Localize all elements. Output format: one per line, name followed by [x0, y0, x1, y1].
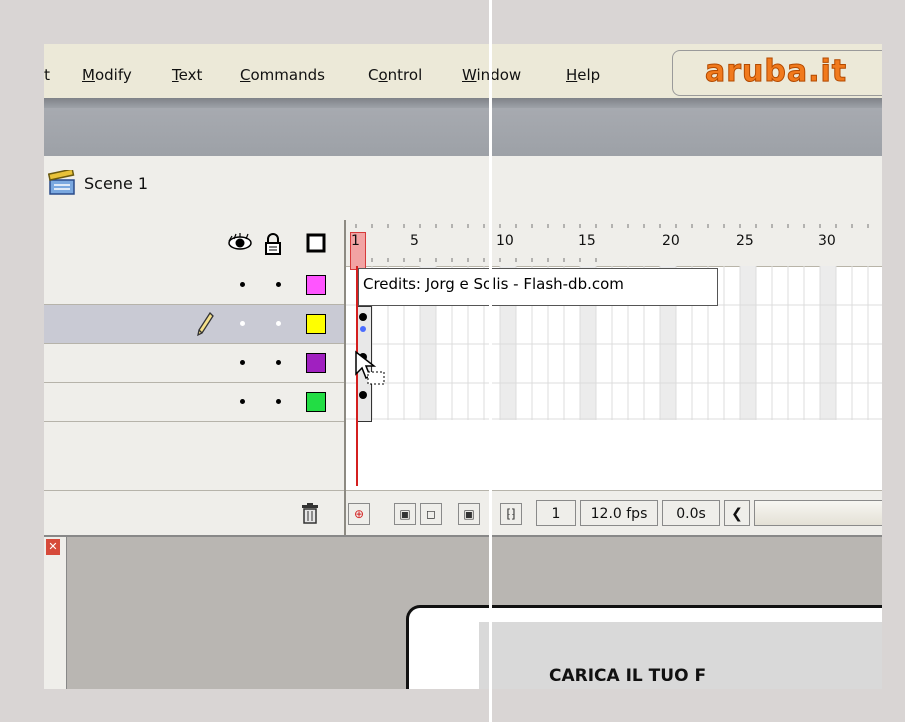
ruler-ticks [355, 224, 869, 262]
ruler-label: 15 [578, 233, 596, 249]
visibility-dot[interactable] [240, 321, 245, 326]
onion-skin-outline-icon[interactable]: ◻ [420, 503, 442, 525]
layers-header [44, 220, 344, 267]
modify-onion-markers-icon[interactable]: ⁅⁆ [500, 503, 522, 525]
ruler-label: 30 [818, 233, 836, 249]
center-frame-icon[interactable]: ⊕ [348, 503, 370, 525]
timeline-footer: ⊕ ▣ ◻ ▣ ⁅⁆ 1 12.0 fps 0.0s ❮ [346, 490, 882, 536]
frames-panel: 1 5 10 15 20 25 30 Credits: Jorg e Solis… [344, 220, 882, 536]
stage-area: ✕ CARICA IL TUO F [44, 535, 882, 689]
menu-divider [44, 98, 882, 108]
layer-row[interactable] [44, 344, 344, 383]
menu-control[interactable]: Control [368, 66, 422, 84]
ruler-label: 25 [736, 233, 754, 249]
menu-help[interactable]: Help [566, 66, 600, 84]
lock-dot[interactable] [276, 321, 281, 326]
scene-label[interactable]: Scene 1 [84, 174, 148, 193]
current-frame-field: 1 [536, 500, 576, 526]
layer-row-selected[interactable] [44, 305, 344, 344]
lock-dot[interactable] [276, 282, 281, 287]
layers-panel [44, 220, 344, 535]
eye-icon[interactable] [228, 233, 252, 253]
menu-commands[interactable]: Commands [240, 66, 325, 84]
lock-icon[interactable] [264, 233, 282, 255]
credits-label: Credits: Jorg e Solis - Flash-db.com [358, 268, 718, 306]
timeline-panel: 1 5 10 15 20 25 30 Credits: Jorg e Solis… [44, 220, 882, 536]
stage-title: CARICA IL TUO F [549, 666, 707, 686]
onion-skin-icon[interactable]: ▣ [394, 503, 416, 525]
elapsed-time-field: 0.0s [662, 500, 720, 526]
vertical-divider-line [489, 0, 492, 722]
edit-bar [44, 108, 882, 156]
visibility-dot[interactable] [240, 360, 245, 365]
trash-icon[interactable] [300, 502, 320, 524]
layer-row[interactable] [44, 383, 344, 422]
ruler-label: 1 [351, 233, 360, 249]
ruler-label: 20 [662, 233, 680, 249]
scene-bar: Scene 1 [44, 156, 882, 221]
menu-bar: rt Modify Text Commands Control Window H… [44, 44, 882, 98]
aruba-logo: aruba.it [704, 54, 848, 90]
menu-insert[interactable]: rt [44, 66, 50, 84]
layers-footer [44, 490, 344, 536]
menu-text[interactable]: Text [172, 66, 202, 84]
edit-multiple-frames-icon[interactable]: ▣ [458, 503, 480, 525]
flash-window: rt Modify Text Commands Control Window H… [44, 44, 882, 689]
stage-canvas[interactable]: CARICA IL TUO F [406, 605, 882, 689]
outline-icon[interactable] [306, 233, 326, 253]
outline-color-swatch[interactable] [306, 392, 326, 412]
ruler-label: 10 [496, 233, 514, 249]
horizontal-scrollbar[interactable] [754, 500, 882, 526]
frame-ruler: 1 5 10 15 20 25 30 [346, 220, 882, 270]
pencil-icon [197, 311, 214, 337]
visibility-dot[interactable] [240, 399, 245, 404]
layer-row[interactable] [44, 266, 344, 305]
hand-cursor-icon [355, 350, 385, 385]
left-panel: ✕ [44, 537, 67, 689]
close-icon[interactable]: ✕ [46, 539, 60, 555]
logo-tab: aruba.it [672, 50, 882, 96]
lock-dot[interactable] [276, 360, 281, 365]
clapperboard-icon [48, 170, 75, 195]
scroll-left-arrow-icon[interactable]: ❮ [724, 500, 750, 526]
lock-dot[interactable] [276, 399, 281, 404]
outline-color-swatch[interactable] [306, 353, 326, 373]
ruler-label: 5 [410, 233, 419, 249]
visibility-dot[interactable] [240, 282, 245, 287]
menu-modify[interactable]: Modify [82, 66, 132, 84]
outline-color-swatch[interactable] [306, 275, 326, 295]
outline-color-swatch[interactable] [306, 314, 326, 334]
frame-rate-field[interactable]: 12.0 fps [580, 500, 658, 526]
